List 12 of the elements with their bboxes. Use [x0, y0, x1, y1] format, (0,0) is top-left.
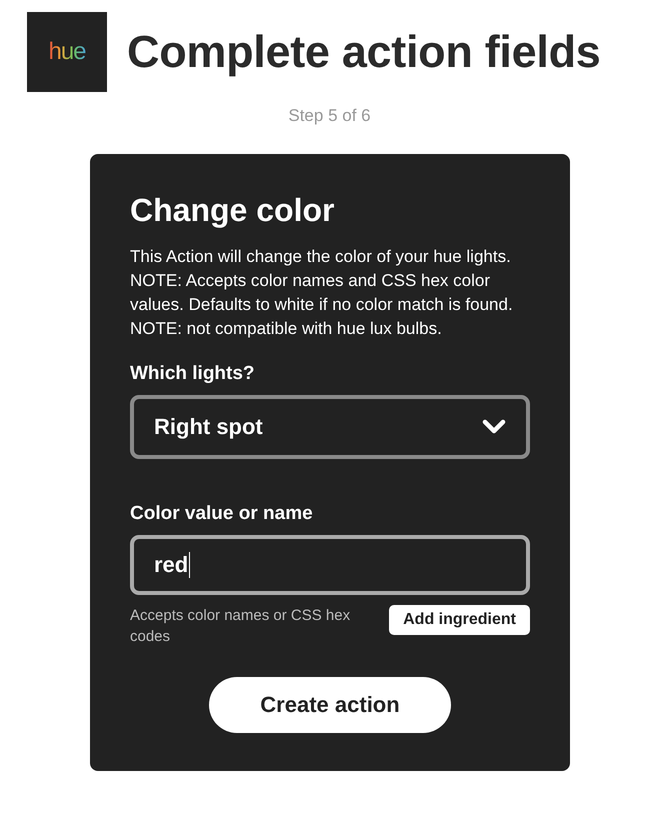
field-label: Color value or name [130, 503, 314, 525]
add-ingredient-button[interactable]: Add ingredient [389, 605, 530, 635]
action-title: Change color [130, 192, 336, 229]
field-label: Which lights? [130, 363, 256, 385]
color-input-field[interactable]: red [130, 535, 530, 595]
field-hint: Accepts color names or CSS hex codes [130, 606, 352, 647]
action-description: This Action will change the color of your hue lights. NOTE: Accepts color names and CSS hex color values. Defaults to white if no color match is found. NOTE: not compatible with hue lux bulbs. [130, 246, 514, 340]
chevron-down-icon [482, 419, 506, 435]
lights-dropdown[interactable]: Right spot [130, 395, 530, 459]
step-indicator: Step 5 of 6 [287, 106, 372, 126]
create-action-button[interactable]: Create action [209, 677, 451, 733]
page-title: Complete action fields [127, 26, 600, 78]
